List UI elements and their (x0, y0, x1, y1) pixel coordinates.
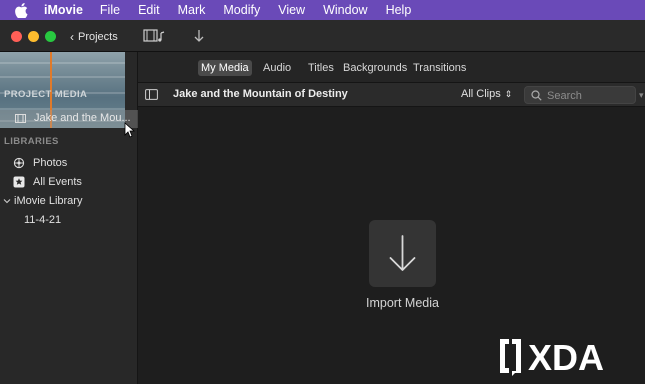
menu-help[interactable]: Help (386, 3, 412, 17)
more-options-icon[interactable]: ▾ (639, 90, 644, 101)
flower-icon (13, 157, 25, 169)
project-media-item[interactable]: Jake and the Mou... (0, 110, 138, 128)
menu-mark[interactable]: Mark (178, 3, 206, 17)
browser-header: Jake and the Mountain of Destiny All Cli… (138, 82, 645, 107)
projects-back-button[interactable]: ‹ Projects (70, 28, 118, 46)
library-item-photos[interactable]: Photos (13, 157, 67, 169)
library-item-label: 11-4-21 (24, 214, 62, 226)
libraries-sidebar: PROJECT MEDIA Jake and the Mou... LIBRAR… (0, 52, 138, 384)
xda-watermark-logo: XDA (500, 337, 604, 376)
updown-chevron-icon: ⇕ (504, 88, 513, 99)
menu-window[interactable]: Window (323, 3, 367, 17)
mouse-cursor-icon (124, 122, 135, 138)
window-toolbar: ‹ Projects (0, 20, 645, 52)
libraries-heading: LIBRARIES (4, 136, 59, 147)
close-window-button[interactable] (11, 31, 22, 42)
library-item-all-events[interactable]: All Events (13, 176, 82, 188)
search-input[interactable] (547, 88, 633, 103)
tab-audio[interactable]: Audio (260, 60, 294, 76)
event-title: Jake and the Mountain of Destiny (173, 88, 348, 100)
search-field[interactable] (524, 86, 636, 104)
library-item-event[interactable]: 11-4-21 (24, 214, 61, 226)
menu-edit[interactable]: Edit (138, 3, 160, 17)
browser-tab-bar: My Media Audio Titles Backgrounds Transi… (138, 52, 645, 82)
apple-icon[interactable] (15, 2, 31, 18)
clip-filter-dropdown[interactable]: All Clips ⇕ (461, 88, 512, 100)
import-media-button[interactable] (369, 220, 436, 287)
import-media-label: Import Media (366, 296, 439, 310)
chevron-down-icon (3, 195, 11, 207)
clip-filter-value: All Clips (461, 88, 501, 100)
library-item-imovie-library[interactable]: iMovie Library (3, 195, 82, 207)
media-browser-icon[interactable] (143, 28, 167, 44)
project-media-label: Jake and the Mou... (34, 112, 131, 124)
menu-app-name[interactable]: iMovie (44, 3, 83, 17)
sidebar-toggle-icon[interactable] (145, 89, 158, 100)
tab-my-media[interactable]: My Media (198, 60, 252, 76)
download-arrow-icon (389, 235, 416, 271)
tab-backgrounds[interactable]: Backgrounds (340, 60, 410, 76)
watermark-text: XDA (528, 337, 604, 376)
library-item-label: iMovie Library (14, 195, 83, 207)
project-media-heading: PROJECT MEDIA (4, 89, 88, 100)
chevron-left-icon: ‹ (70, 30, 74, 44)
menu-file[interactable]: File (100, 3, 120, 17)
menu-modify[interactable]: Modify (223, 3, 260, 17)
search-icon (531, 90, 542, 101)
maximize-window-button[interactable] (45, 31, 56, 42)
tab-titles[interactable]: Titles (305, 60, 337, 76)
menu-view[interactable]: View (278, 3, 305, 17)
import-arrow-icon[interactable] (192, 28, 206, 44)
film-icon (15, 114, 26, 123)
star-icon (13, 176, 25, 188)
minimize-window-button[interactable] (28, 31, 39, 42)
library-item-label: Photos (33, 157, 68, 169)
menu-bar: iMovie File Edit Mark Modify View Window… (0, 0, 645, 20)
tab-transitions[interactable]: Transitions (410, 60, 469, 76)
projects-label: Projects (78, 31, 118, 43)
library-item-label: All Events (33, 176, 82, 188)
